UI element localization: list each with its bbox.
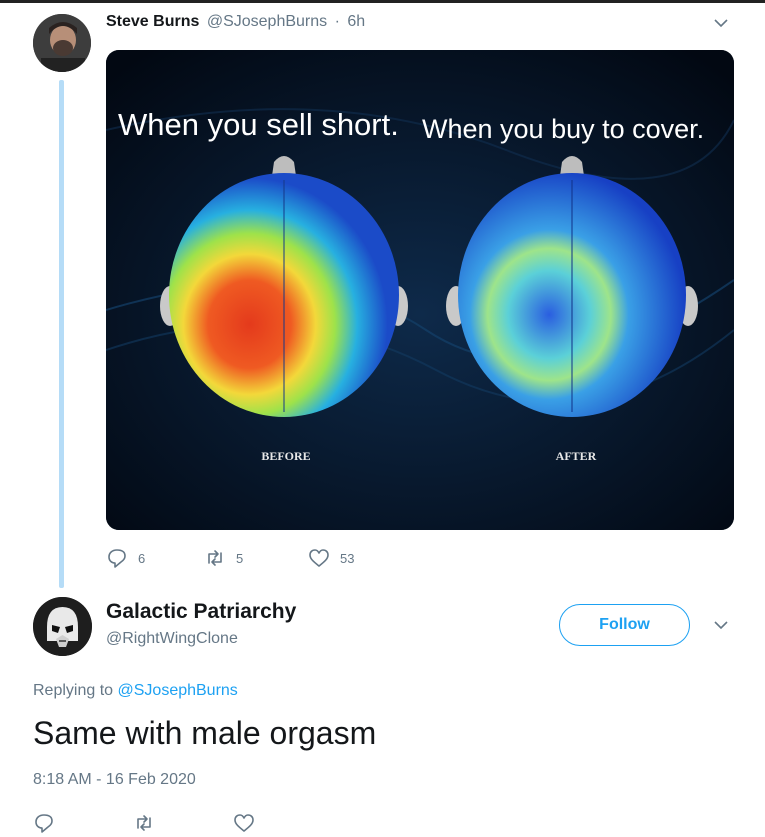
avatar[interactable] (33, 597, 92, 656)
separator: · (334, 13, 340, 30)
caption-right: When you buy to cover. (422, 114, 704, 144)
heart-icon (234, 814, 254, 832)
retweet-icon (208, 550, 222, 566)
tweet-time[interactable]: 6h (347, 13, 365, 30)
reply-icon (35, 814, 53, 833)
retweet-count: 5 (236, 550, 244, 566)
label-before: BEFORE (261, 449, 310, 463)
heart-icon (309, 549, 329, 567)
caption-left: When you sell short. (118, 107, 399, 142)
label-after: AFTER (556, 449, 597, 463)
reply-button[interactable] (33, 812, 55, 834)
tweet-image[interactable]: When you sell short. When you buy to cov… (106, 50, 734, 530)
tweet-timestamp[interactable]: 8:18 AM - 16 Feb 2020 (33, 771, 196, 789)
thread-line (59, 80, 64, 588)
tweet-header: Steve Burns @SJosephBurns · 6h (106, 13, 365, 31)
tweet-actions (33, 812, 273, 836)
chevron-down-icon[interactable] (713, 15, 729, 31)
mention-link[interactable]: @SJosephBurns (118, 682, 238, 699)
display-name[interactable]: Galactic Patriarchy (106, 600, 296, 624)
chevron-down-icon[interactable] (713, 617, 729, 633)
retweet-icon (137, 815, 151, 831)
user-handle[interactable]: @RightWingClone (106, 630, 238, 648)
user-handle[interactable]: @SJosephBurns (207, 13, 327, 30)
top-divider (0, 0, 765, 3)
reply-button[interactable]: 6 (106, 547, 145, 569)
follow-button[interactable]: Follow (559, 604, 690, 646)
replying-prefix: Replying to (33, 682, 114, 699)
tweet-text: Same with male orgasm (33, 715, 377, 751)
avatar[interactable] (33, 14, 91, 72)
like-count: 53 (340, 550, 355, 566)
like-button[interactable] (233, 812, 255, 834)
reply-count: 6 (138, 550, 146, 566)
like-button[interactable]: 53 (308, 547, 354, 569)
retweet-button[interactable]: 5 (204, 547, 243, 569)
replying-to: Replying to @SJosephBurns (33, 682, 238, 700)
retweet-button[interactable] (133, 812, 155, 834)
display-name[interactable]: Steve Burns (106, 13, 199, 30)
reply-icon (108, 549, 126, 568)
